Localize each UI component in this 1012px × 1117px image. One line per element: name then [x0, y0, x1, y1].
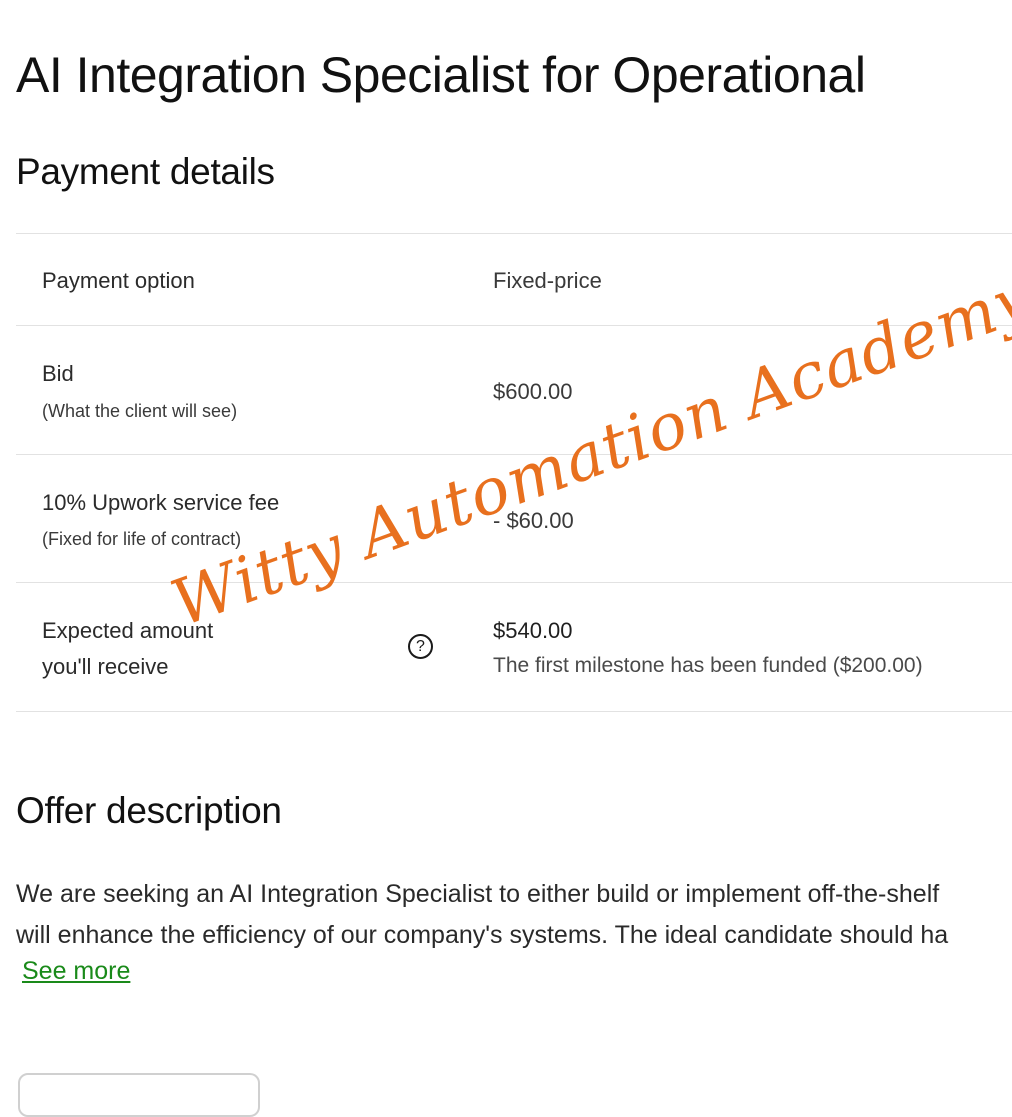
bid-sublabel: (What the client will see) — [42, 401, 238, 421]
payment-option-value: Fixed-price — [493, 268, 602, 293]
bid-row: Bid (What the client will see) $600.00 — [16, 325, 1012, 454]
offer-description-heading: Offer description — [16, 790, 282, 831]
see-more-link[interactable]: See more — [22, 957, 130, 986]
service-fee-row: 10% Upwork service fee (Fixed for life o… — [16, 454, 1012, 582]
payment-option-row: Payment option Fixed-price — [16, 233, 1012, 325]
payment-details-table: Payment option Fixed-price Bid (What the… — [16, 233, 1012, 712]
expected-amount-value: $540.00 — [493, 618, 573, 643]
payment-option-label: Payment option — [42, 268, 195, 293]
bid-value: $600.00 — [493, 379, 573, 404]
expected-amount-row: Expected amount you'll receive ? $540.00… — [16, 582, 1012, 712]
job-title: AI Integration Specialist for Operationa… — [16, 47, 866, 103]
service-fee-sublabel: (Fixed for life of contract) — [42, 529, 242, 549]
service-fee-value: - $60.00 — [493, 508, 574, 533]
help-icon[interactable]: ? — [408, 634, 433, 659]
expected-amount-label-line2: you'll receive — [42, 654, 169, 679]
offer-description-text: We are seeking an AI Integration Special… — [16, 874, 1012, 956]
offer-description-line2: will enhance the efficiency of our compa… — [16, 921, 949, 949]
offer-description-line1: We are seeking an AI Integration Special… — [16, 880, 940, 908]
service-fee-label: 10% Upwork service fee — [42, 490, 280, 515]
bid-label: Bid — [42, 361, 74, 386]
expected-amount-label-line1: Expected amount — [42, 618, 214, 643]
payment-details-heading: Payment details — [16, 151, 275, 192]
milestone-funded-note: The first milestone has been funded ($20… — [493, 654, 923, 677]
